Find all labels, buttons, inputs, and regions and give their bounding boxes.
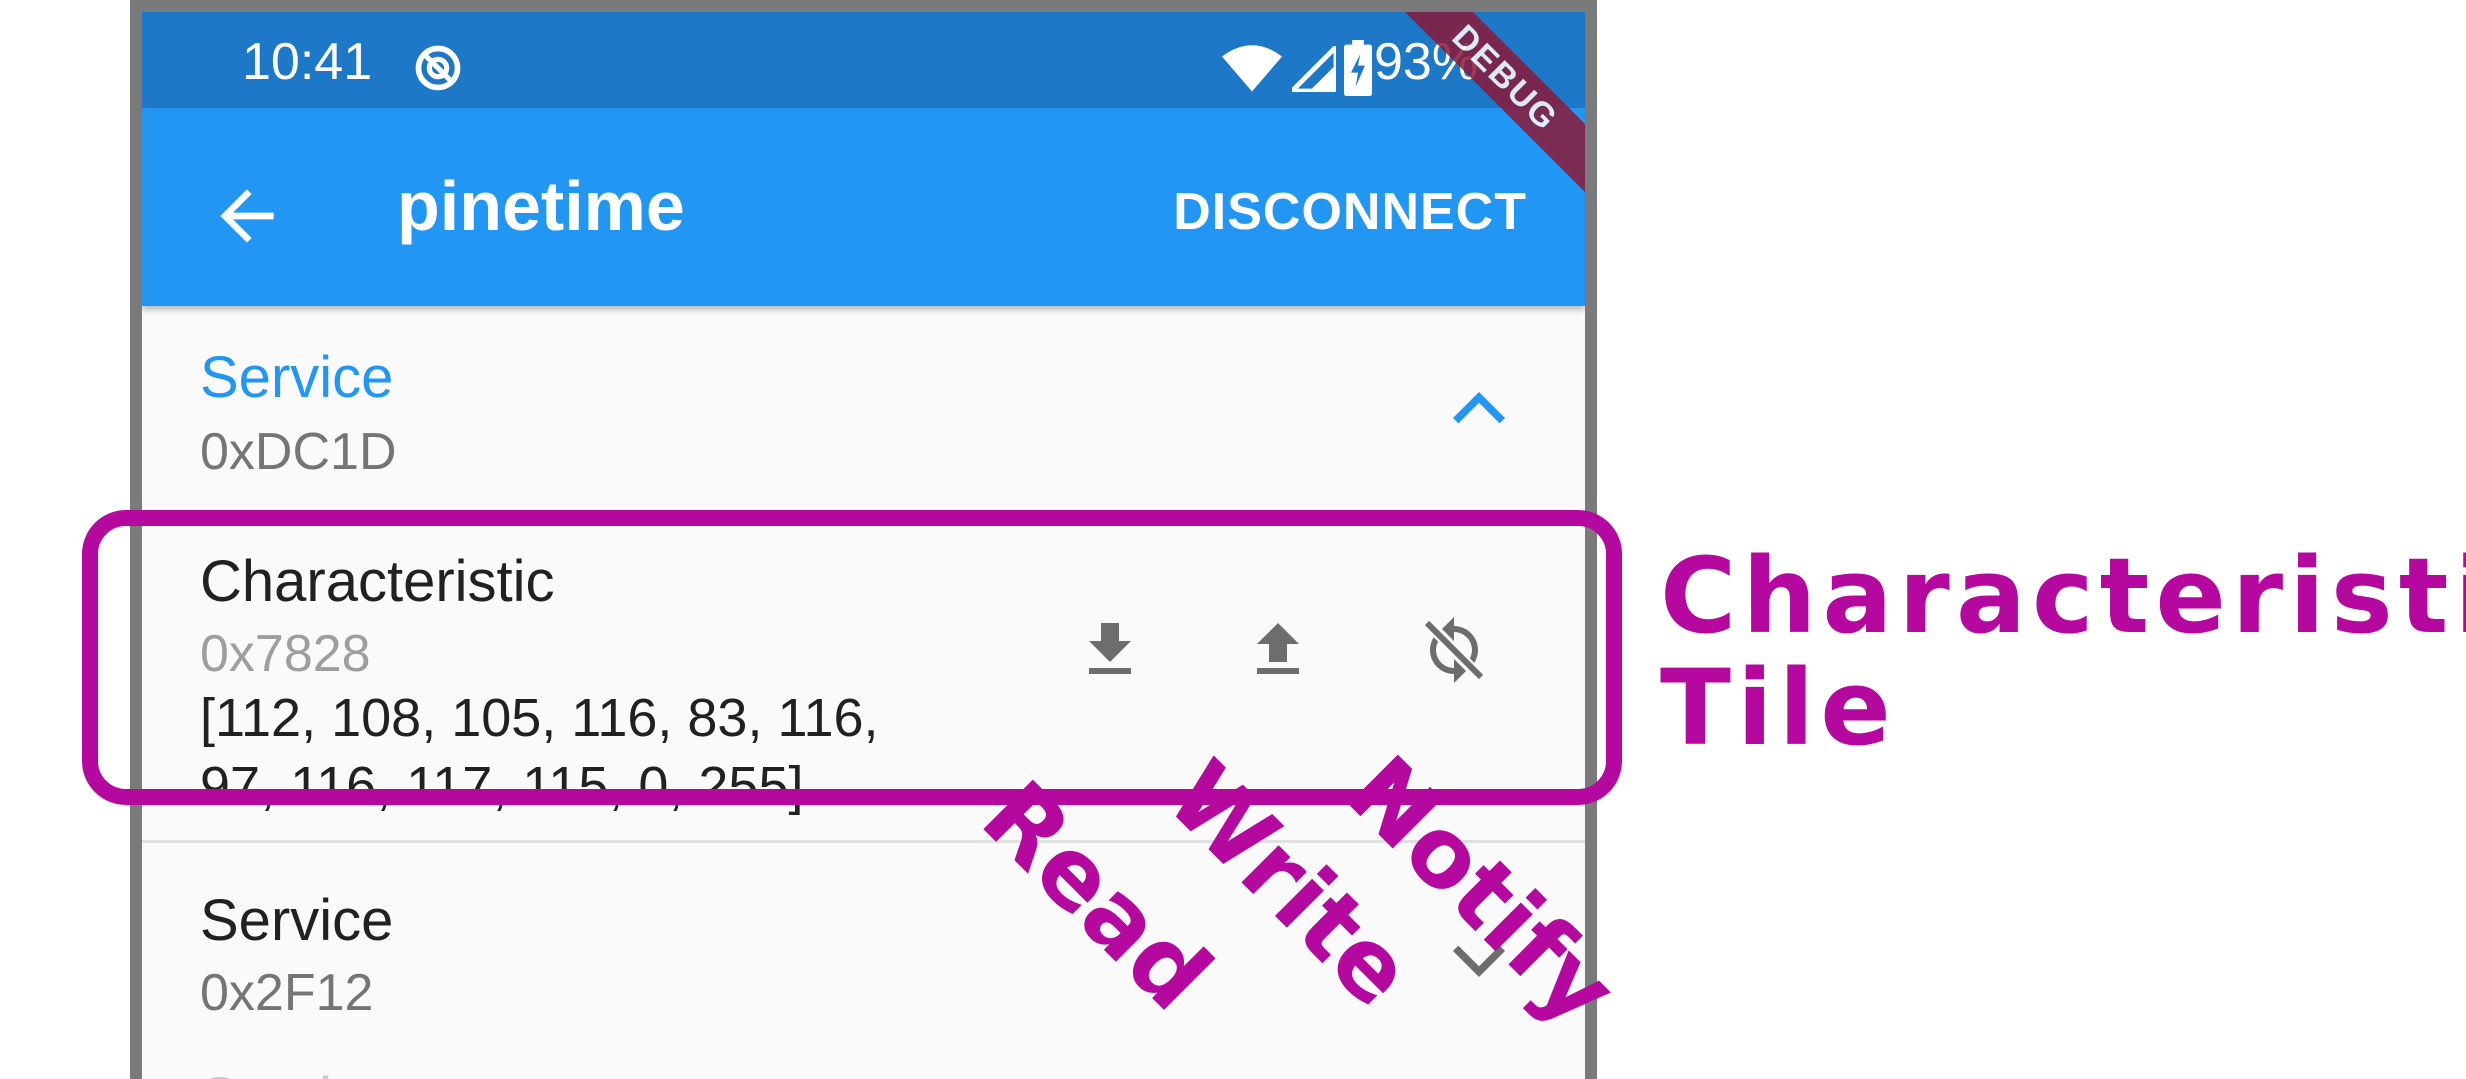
annotation-text: Characteristic xyxy=(1660,535,2466,657)
battery-charging-icon xyxy=(1344,40,1372,96)
arrow-back-icon[interactable] xyxy=(207,176,287,256)
service-tile[interactable]: Service 0xDC1D xyxy=(142,306,1585,522)
status-bar: 10:41 93% xyxy=(142,12,1585,108)
service-label: Service xyxy=(200,888,394,953)
annotation-tile-label: Characteristic Tile xyxy=(1660,540,2466,764)
annotation-text: Tile xyxy=(1660,647,1897,769)
page-title: pinetime xyxy=(397,167,685,245)
service-uuid: 0x2F12 xyxy=(200,964,374,1022)
signal-icon xyxy=(1292,46,1336,92)
service-label: Service xyxy=(200,345,394,410)
wifi-icon xyxy=(1222,45,1282,92)
chevron-up-icon[interactable] xyxy=(1444,384,1514,434)
app-bar: pinetime DISCONNECT xyxy=(142,108,1585,306)
status-time: 10:41 xyxy=(242,33,373,91)
do-not-disturb-icon xyxy=(415,45,461,91)
service-tile[interactable]: Service xyxy=(142,1063,1585,1079)
service-uuid: 0xDC1D xyxy=(200,423,397,481)
service-label: Service xyxy=(200,1065,393,1079)
disconnect-button[interactable]: DISCONNECT xyxy=(1173,182,1527,242)
